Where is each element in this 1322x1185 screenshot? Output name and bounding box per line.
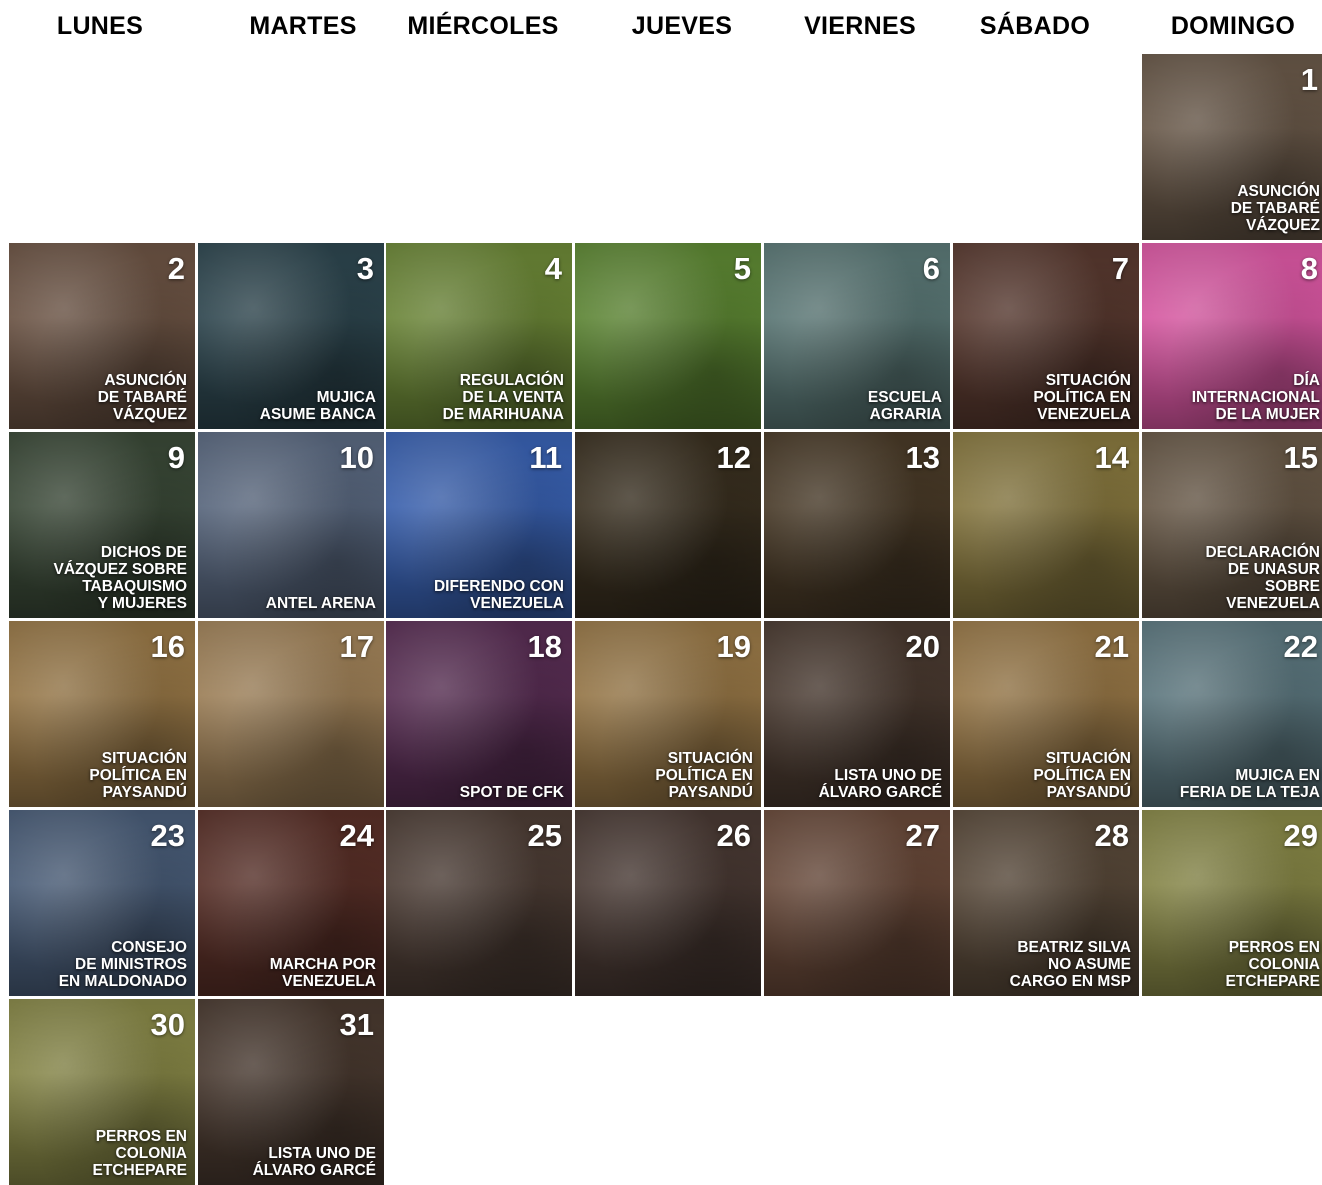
day-caption: SPOT DE CFK — [459, 784, 564, 801]
day-cell[interactable]: 13 — [764, 432, 950, 618]
day-caption: ASUNCIÓN DE TABARÉ VÁZQUEZ — [1230, 183, 1320, 234]
day-number: 12 — [716, 440, 751, 475]
weekday-label: LUNES — [56, 12, 144, 40]
day-caption: ASUNCIÓN DE TABARÉ VÁZQUEZ — [97, 372, 187, 423]
day-number: 3 — [356, 251, 374, 286]
day-cell[interactable]: 29 PERROS EN COLONIA ETCHEPARE — [1142, 810, 1322, 996]
day-number: 20 — [905, 629, 940, 664]
day-cell[interactable]: 6 ESCUELA AGRARIA — [764, 243, 950, 429]
day-cell[interactable]: 3 MUJICA ASUME BANCA — [198, 243, 384, 429]
day-cell[interactable]: 25 — [386, 810, 572, 996]
day-caption: SITUACIÓN POLÍTICA EN PAYSANDÚ — [89, 750, 187, 801]
day-number: 29 — [1283, 818, 1318, 853]
day-number: 23 — [150, 818, 185, 853]
day-caption: PERROS EN COLONIA ETCHEPARE — [1225, 939, 1320, 990]
day-number: 25 — [527, 818, 562, 853]
weekday-label: MIÉRCOLES — [407, 12, 559, 40]
day-cell[interactable]: 16 SITUACIÓN POLÍTICA EN PAYSANDÚ — [9, 621, 195, 807]
weekday-label: SÁBADO — [979, 12, 1091, 40]
day-cell[interactable]: 9 DICHOS DE VÁZQUEZ SOBRE TABAQUISMO Y MU… — [9, 432, 195, 618]
day-caption: MARCHA POR VENEZUELA — [269, 956, 376, 990]
day-cell[interactable]: 18 SPOT DE CFK — [386, 621, 572, 807]
day-cell[interactable]: 8 DÍA INTERNACIONAL DE LA MUJER — [1142, 243, 1322, 429]
day-cell[interactable]: 27 — [764, 810, 950, 996]
day-caption: REGULACIÓN DE LA VENTA DE MARIHUANA — [442, 372, 564, 423]
day-caption: SITUACIÓN POLÍTICA EN VENEZUELA — [1033, 372, 1131, 423]
day-number: 19 — [716, 629, 751, 664]
day-caption: DÍA INTERNACIONAL DE LA MUJER — [1191, 372, 1320, 423]
day-cell[interactable]: 28 BEATRIZ SILVA NO ASUME CARGO EN MSP — [953, 810, 1139, 996]
day-cell[interactable]: 19 SITUACIÓN POLÍTICA EN PAYSANDÚ — [575, 621, 761, 807]
day-cell[interactable]: 26 — [575, 810, 761, 996]
day-caption: CONSEJO DE MINISTROS EN MALDONADO — [58, 939, 187, 990]
day-caption: LISTA UNO DE ÁLVARO GARCÉ — [252, 1145, 376, 1179]
day-cell[interactable]: 17 — [198, 621, 384, 807]
day-cell[interactable]: 4 REGULACIÓN DE LA VENTA DE MARIHUANA — [386, 243, 572, 429]
day-cell[interactable]: 12 — [575, 432, 761, 618]
weekday-label: JUEVES — [631, 12, 733, 40]
day-number: 27 — [905, 818, 940, 853]
day-number: 17 — [339, 629, 374, 664]
day-caption: DECLARACIÓN DE UNASUR SOBRE VENEZUELA — [1205, 544, 1320, 612]
day-number: 28 — [1094, 818, 1129, 853]
day-number: 21 — [1094, 629, 1129, 664]
day-number: 4 — [544, 251, 562, 286]
day-number: 30 — [150, 1007, 185, 1042]
day-caption: SITUACIÓN POLÍTICA EN PAYSANDÚ — [655, 750, 753, 801]
day-cell[interactable]: 31 LISTA UNO DE ÁLVARO GARCÉ — [198, 999, 384, 1185]
day-number: 7 — [1111, 251, 1129, 286]
day-cell[interactable]: 24 MARCHA POR VENEZUELA — [198, 810, 384, 996]
day-number: 31 — [339, 1007, 374, 1042]
day-cell[interactable]: 1 ASUNCIÓN DE TABARÉ VÁZQUEZ — [1142, 54, 1322, 240]
day-number: 5 — [733, 251, 751, 286]
weekday-label: VIERNES — [804, 12, 916, 40]
day-caption: ESCUELA AGRARIA — [867, 389, 942, 423]
day-number: 15 — [1283, 440, 1318, 475]
day-number: 9 — [167, 440, 185, 475]
day-cell[interactable]: 5 — [575, 243, 761, 429]
day-cell[interactable]: 23 CONSEJO DE MINISTROS EN MALDONADO — [9, 810, 195, 996]
day-caption: SITUACIÓN POLÍTICA EN PAYSANDÚ — [1033, 750, 1131, 801]
day-cell[interactable]: 7 SITUACIÓN POLÍTICA EN VENEZUELA — [953, 243, 1139, 429]
day-cell[interactable]: 15 DECLARACIÓN DE UNASUR SOBRE VENEZUELA — [1142, 432, 1322, 618]
weekday-label: DOMINGO — [1170, 12, 1296, 40]
day-caption: LISTA UNO DE ÁLVARO GARCÉ — [818, 767, 942, 801]
day-number: 1 — [1300, 62, 1318, 97]
day-caption: PERROS EN COLONIA ETCHEPARE — [92, 1128, 187, 1179]
day-number: 8 — [1300, 251, 1318, 286]
day-cell[interactable]: 21 SITUACIÓN POLÍTICA EN PAYSANDÚ — [953, 621, 1139, 807]
day-caption: DICHOS DE VÁZQUEZ SOBRE TABAQUISMO Y MUJ… — [53, 544, 187, 612]
day-caption: MUJICA EN FERIA DE LA TEJA — [1179, 767, 1320, 801]
day-number: 18 — [527, 629, 562, 664]
day-number: 24 — [339, 818, 374, 853]
day-number: 10 — [339, 440, 374, 475]
day-caption: BEATRIZ SILVA NO ASUME CARGO EN MSP — [1009, 939, 1131, 990]
day-cell[interactable]: 20 LISTA UNO DE ÁLVARO GARCÉ — [764, 621, 950, 807]
day-cell[interactable]: 22 MUJICA EN FERIA DE LA TEJA — [1142, 621, 1322, 807]
day-number: 13 — [905, 440, 940, 475]
day-caption: MUJICA ASUME BANCA — [259, 389, 376, 423]
day-caption: ANTEL ARENA — [265, 595, 376, 612]
day-cell[interactable]: 11 DIFERENDO CON VENEZUELA — [386, 432, 572, 618]
day-number: 16 — [150, 629, 185, 664]
day-number: 14 — [1094, 440, 1129, 475]
day-number: 2 — [167, 251, 185, 286]
day-number: 22 — [1283, 629, 1318, 664]
day-number: 26 — [716, 818, 751, 853]
day-number: 11 — [529, 440, 562, 475]
day-caption: DIFERENDO CON VENEZUELA — [433, 578, 564, 612]
day-cell[interactable]: 30 PERROS EN COLONIA ETCHEPARE — [9, 999, 195, 1185]
day-cell[interactable]: 2 ASUNCIÓN DE TABARÉ VÁZQUEZ — [9, 243, 195, 429]
day-number: 6 — [922, 251, 940, 286]
day-cell[interactable]: 14 — [953, 432, 1139, 618]
weekday-label: MARTES — [249, 12, 357, 40]
day-cell[interactable]: 10 ANTEL ARENA — [198, 432, 384, 618]
